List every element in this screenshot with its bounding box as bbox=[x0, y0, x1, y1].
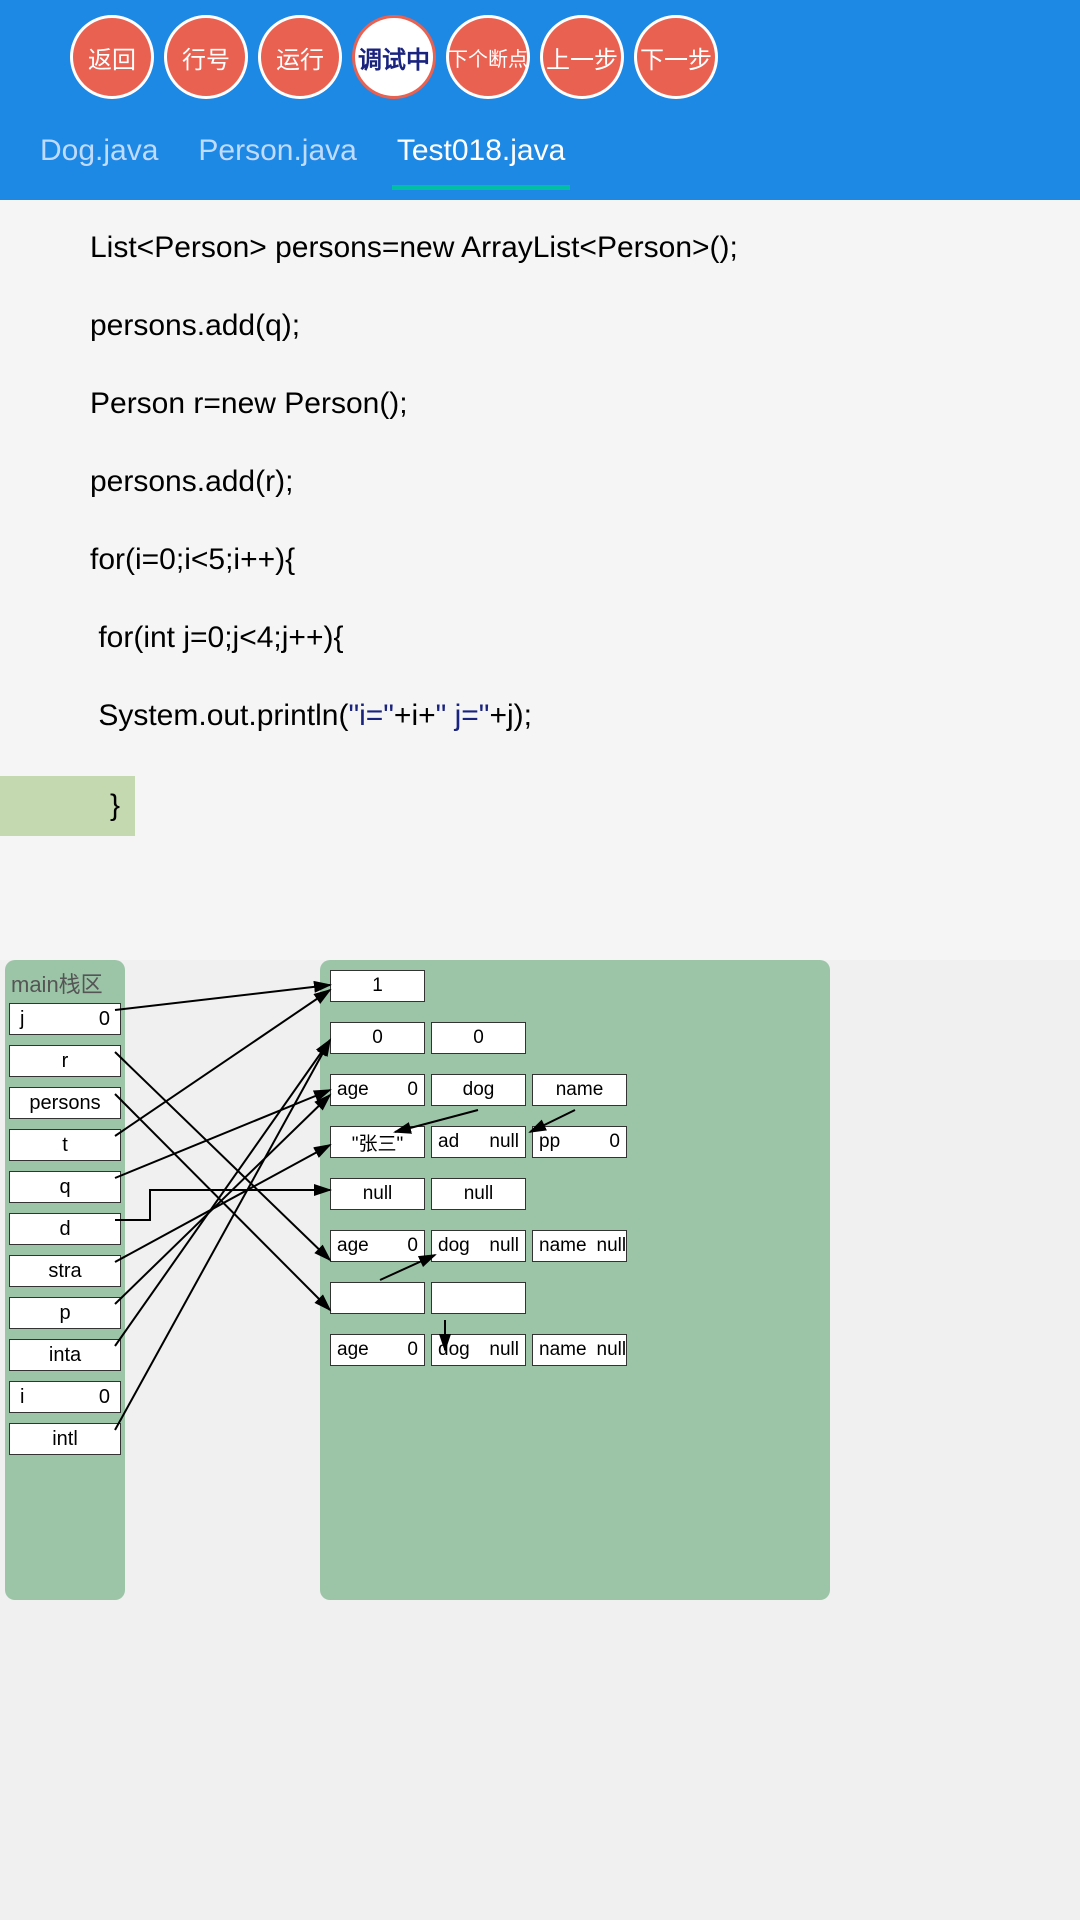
stack-panel: main栈区 j0 r persons tqd stra p inta i0 intl bbox=[5, 960, 125, 1600]
code-line: for(int j=0;j<4;j++){ bbox=[0, 620, 1080, 656]
heap-cell: age0 bbox=[330, 1334, 425, 1366]
code-line: persons.add(q); bbox=[0, 308, 1080, 344]
heap-cell bbox=[330, 1282, 425, 1314]
next-breakpoint-button[interactable]: 下个断点 bbox=[446, 15, 530, 99]
heap-row: "张三"adnullpp0 bbox=[330, 1126, 820, 1158]
heap-row: age0dognullnamenull bbox=[330, 1334, 820, 1366]
memory-visualization: main栈区 j0rpersonstqdstrapintai0intl 100a… bbox=[0, 960, 1080, 1920]
debug-button[interactable]: 调试中 bbox=[352, 15, 436, 99]
stack-cell: d bbox=[9, 1213, 121, 1245]
heap-cell: 0 bbox=[431, 1022, 526, 1054]
code-line: for(i=0;i<5;i++){ bbox=[0, 542, 1080, 578]
stack-cell: persons bbox=[9, 1087, 121, 1119]
heap-cell: namenull bbox=[532, 1230, 627, 1262]
heap-cell: age0 bbox=[330, 1230, 425, 1262]
stack-cell: q bbox=[9, 1171, 121, 1203]
stack-cell: stra bbox=[9, 1255, 121, 1287]
run-button[interactable]: 运行 bbox=[258, 15, 342, 99]
heap-row: age0dognullnamenull bbox=[330, 1230, 820, 1262]
heap-row: nullnull bbox=[330, 1178, 820, 1210]
heap-row: age0dogname bbox=[330, 1074, 820, 1106]
code-area[interactable]: List<Person> persons=new ArrayList<Perso… bbox=[0, 200, 1080, 960]
heap-row: 00 bbox=[330, 1022, 820, 1054]
stack-cell: intl bbox=[9, 1423, 121, 1455]
heap-cell: pp0 bbox=[532, 1126, 627, 1158]
toolbar: 返回 行号 运行 调试中 下个断点 上一步 下一步 bbox=[0, 0, 1080, 114]
tab-bar: Dog.java Person.java Test018.java bbox=[0, 114, 1080, 188]
stack-cell: i0 bbox=[9, 1381, 121, 1413]
heap-cell: null bbox=[431, 1178, 526, 1210]
back-button[interactable]: 返回 bbox=[70, 15, 154, 99]
tab-dog[interactable]: Dog.java bbox=[40, 134, 158, 188]
heap-cell: 1 bbox=[330, 970, 425, 1002]
stack-title: main栈区 bbox=[9, 965, 121, 1003]
heap-cell: "张三" bbox=[330, 1126, 425, 1158]
code-line-current: } bbox=[0, 776, 135, 836]
prev-step-button[interactable]: 上一步 bbox=[540, 15, 624, 99]
heap-cell bbox=[431, 1282, 526, 1314]
heap-cell: adnull bbox=[431, 1126, 526, 1158]
stack-cell: p bbox=[9, 1297, 121, 1329]
tab-person[interactable]: Person.java bbox=[198, 134, 356, 188]
heap-cell: name bbox=[532, 1074, 627, 1106]
code-line: Person r=new Person(); bbox=[0, 386, 1080, 422]
code-line: System.out.println("i="+i+" j="+j); bbox=[0, 698, 1080, 734]
heap-cell: age0 bbox=[330, 1074, 425, 1106]
heap-cell: dog bbox=[431, 1074, 526, 1106]
heap-cell: namenull bbox=[532, 1334, 627, 1366]
heap-panel: 100age0dogname"张三"adnullpp0nullnullage0d… bbox=[320, 960, 830, 1600]
heap-cell: 0 bbox=[330, 1022, 425, 1054]
heap-row bbox=[330, 1282, 820, 1314]
heap-cell: dognull bbox=[431, 1334, 526, 1366]
stack-cell: t bbox=[9, 1129, 121, 1161]
heap-cell: dognull bbox=[431, 1230, 526, 1262]
code-line: List<Person> persons=new ArrayList<Perso… bbox=[0, 230, 1080, 266]
stack-cell: r bbox=[9, 1045, 121, 1077]
heap-cell: null bbox=[330, 1178, 425, 1210]
stack-cell: j0 bbox=[9, 1003, 121, 1035]
heap-row: 1 bbox=[330, 970, 820, 1002]
code-line: persons.add(r); bbox=[0, 464, 1080, 500]
next-step-button[interactable]: 下一步 bbox=[634, 15, 718, 99]
tab-test018[interactable]: Test018.java bbox=[397, 134, 565, 188]
header: 返回 行号 运行 调试中 下个断点 上一步 下一步 Dog.java Perso… bbox=[0, 0, 1080, 200]
line-number-button[interactable]: 行号 bbox=[164, 15, 248, 99]
stack-cell: inta bbox=[9, 1339, 121, 1371]
